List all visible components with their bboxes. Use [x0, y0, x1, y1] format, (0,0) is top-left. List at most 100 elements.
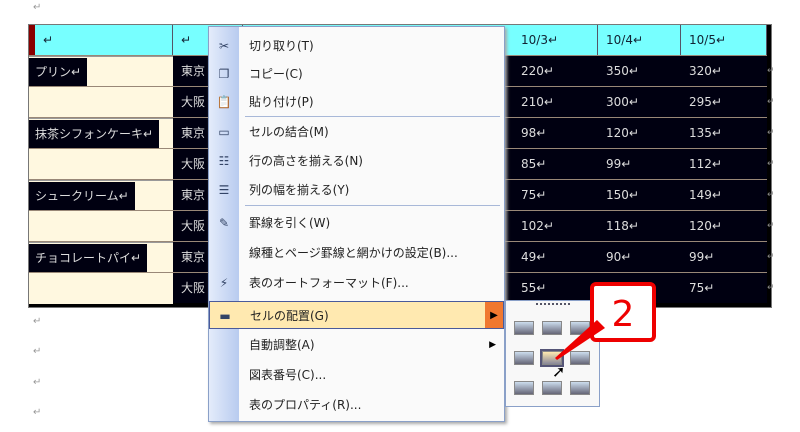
value-cell[interactable]: 320↵: [681, 56, 765, 86]
header-cell[interactable]: ↵: [29, 25, 173, 55]
value-cell[interactable]: 49↵: [513, 242, 597, 272]
product-name-cell[interactable]: [29, 273, 173, 304]
align-bottom-right-button[interactable]: [570, 381, 590, 395]
value-cell[interactable]: 118↵: [598, 211, 682, 241]
align-middle-left-button[interactable]: [514, 351, 534, 365]
paragraph-mark: ↵: [33, 316, 42, 327]
menu-separator: [245, 205, 500, 206]
product-name-cell[interactable]: シュークリーム↵: [29, 180, 173, 211]
menu-item-label: 切り取り(T): [249, 39, 314, 53]
value-cell[interactable]: 350↵: [598, 56, 682, 86]
city-cell[interactable]: 東京: [173, 180, 213, 210]
menu-item-label: 表のプロパティ(R)...: [249, 398, 362, 412]
city-cell[interactable]: 大阪: [173, 211, 213, 241]
mouse-cursor-icon: ➚: [552, 362, 566, 381]
value-cell[interactable]: 99↵: [681, 242, 765, 272]
callout-pointer: [555, 320, 605, 360]
paragraph-mark: ↵: [33, 2, 42, 13]
menu-item-label: 行の高さを揃える(N): [249, 154, 363, 168]
menu-item[interactable]: ❐ コピー(C): [209, 60, 504, 88]
product-name: 抹茶シフォンケーキ↵: [29, 120, 160, 148]
menu-item[interactable]: 図表番号(C)...: [209, 361, 504, 389]
draw-table-icon: ✎: [218, 216, 230, 230]
value-cell[interactable]: 90↵: [598, 242, 682, 272]
menu-item-label: 線種とページ罫線と網かけの設定(B)...: [249, 246, 458, 260]
value-cell[interactable]: 112↵: [681, 149, 765, 179]
product-name-cell[interactable]: 抹茶シフォンケーキ↵: [29, 118, 173, 149]
row-end-mark: ↵: [767, 252, 775, 262]
paste-icon: 📋: [216, 95, 232, 109]
header-cell-10-3[interactable]: 10/3↵: [513, 25, 598, 55]
menu-item[interactable]: ☷ 行の高さを揃える(N): [209, 147, 504, 175]
menu-item[interactable]: ☰ 列の幅を揃える(Y): [209, 176, 504, 204]
value-cell[interactable]: 55↵: [513, 273, 597, 303]
distribute-columns-icon: ☰: [218, 183, 230, 197]
product-name: プリン↵: [29, 58, 88, 86]
menu-item[interactable]: 自動調整(A) ▶: [209, 331, 504, 359]
row-end-mark: ↵: [767, 159, 775, 169]
menu-item[interactable]: ✎ 罫線を引く(W): [209, 209, 504, 237]
row-end-mark: ↵: [767, 66, 775, 76]
menu-item-label: セルの結合(M): [249, 125, 329, 139]
value-cell[interactable]: 120↵: [681, 211, 765, 241]
value-cell[interactable]: 210↵: [513, 87, 597, 117]
menu-item[interactable]: 線種とページ罫線と網かけの設定(B)...: [209, 239, 504, 267]
menu-item-label: 貼り付け(P): [249, 95, 314, 109]
align-bottom-center-button[interactable]: [542, 381, 562, 395]
paragraph-mark: ↵: [33, 346, 42, 357]
menu-item[interactable]: ✂ 切り取り(T): [209, 32, 504, 60]
city-cell[interactable]: 東京: [173, 242, 213, 272]
product-name-cell[interactable]: プリン↵: [29, 56, 173, 87]
city-cell[interactable]: 大阪: [173, 149, 213, 179]
value-cell[interactable]: 150↵: [598, 180, 682, 210]
menu-item[interactable]: ▬ セルの配置(G) ▶: [209, 301, 504, 329]
menu-item[interactable]: 表のプロパティ(R)...: [209, 391, 504, 419]
value-cell[interactable]: 75↵: [681, 273, 765, 303]
align-bottom-left-button[interactable]: [514, 381, 534, 395]
submenu-arrow-icon: ▶: [489, 340, 496, 350]
row-end-mark: ↵: [767, 128, 775, 138]
value-cell[interactable]: 295↵: [681, 87, 765, 117]
value-cell[interactable]: 102↵: [513, 211, 597, 241]
product-name-cell[interactable]: [29, 87, 173, 118]
menu-item[interactable]: ▭ セルの結合(M): [209, 118, 504, 146]
distribute-rows-icon: ☷: [218, 154, 230, 168]
context-menu: ✂ 切り取り(T) ❐ コピー(C) 📋 貼り付け(P) ▭ セルの結合(M) ☷ 行の高さを揃え…: [208, 26, 505, 422]
value-cell[interactable]: 220↵: [513, 56, 597, 86]
product-name-cell[interactable]: [29, 211, 173, 242]
value-cell[interactable]: 98↵: [513, 118, 597, 148]
header-cell-10-5[interactable]: 10/5↵: [681, 25, 767, 55]
product-name: チョコレートパイ↵: [29, 244, 148, 272]
product-name-cell[interactable]: チョコレートパイ↵: [29, 242, 173, 273]
city-cell[interactable]: 大阪: [173, 273, 213, 303]
header-cell-10-4[interactable]: 10/4↵: [598, 25, 681, 55]
city-cell[interactable]: 東京: [173, 118, 213, 148]
menu-item[interactable]: 📋 貼り付け(P): [209, 88, 504, 116]
menu-item-label: 自動調整(A): [249, 338, 315, 352]
value-cell[interactable]: 149↵: [681, 180, 765, 210]
align-top-left-button[interactable]: [514, 321, 534, 335]
merge-cells-icon: ▭: [218, 125, 230, 139]
autoformat-icon: ⚡: [219, 276, 229, 290]
menu-item-label: コピー(C): [249, 67, 303, 81]
product-name: シュークリーム↵: [29, 182, 135, 210]
submenu-drag-handle[interactable]: [536, 303, 570, 307]
value-cell[interactable]: 99↵: [598, 149, 682, 179]
city-cell[interactable]: 大阪: [173, 87, 213, 117]
product-name-cell[interactable]: [29, 149, 173, 180]
row-end-mark: ↵: [767, 190, 775, 200]
copy-icon: ❐: [218, 67, 230, 81]
value-cell[interactable]: 300↵: [598, 87, 682, 117]
menu-item-label: 表のオートフォーマット(F)...: [249, 276, 409, 290]
value-cell[interactable]: 85↵: [513, 149, 597, 179]
menu-item[interactable]: ⚡ 表のオートフォーマット(F)...: [209, 269, 504, 297]
value-cell[interactable]: 120↵: [598, 118, 682, 148]
menu-item-label: 図表番号(C)...: [249, 368, 327, 382]
row-end-mark: ↵: [767, 221, 775, 231]
submenu-arrow-icon: ▶: [485, 302, 503, 328]
row-end-mark: ↵: [767, 97, 775, 107]
city-cell[interactable]: 東京: [173, 56, 213, 86]
value-cell[interactable]: 135↵: [681, 118, 765, 148]
cell-alignment-icon: ▬: [219, 309, 231, 323]
value-cell[interactable]: 75↵: [513, 180, 597, 210]
